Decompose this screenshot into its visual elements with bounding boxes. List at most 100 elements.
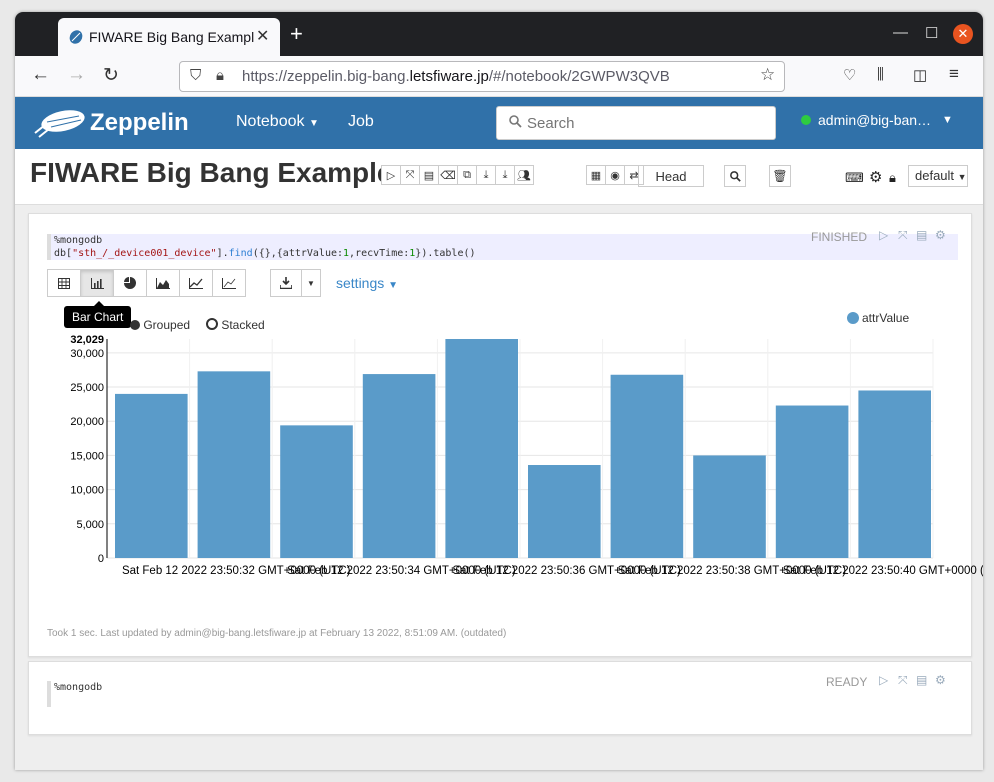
commit-icon[interactable]: ◉ (605, 165, 625, 185)
notebook-title[interactable]: FIWARE Big Bang Example (30, 157, 393, 189)
paragraph-footer: Took 1 sec. Last updated by admin@big-ba… (47, 628, 507, 639)
trash-icon[interactable]: 🗑︎ (769, 165, 791, 187)
bar (775, 405, 849, 558)
notebook-menu[interactable]: Notebook ▼ (236, 113, 319, 131)
zeppelin-logo-icon[interactable] (33, 107, 87, 139)
head-button[interactable]: Head (638, 165, 704, 187)
minimize-icon[interactable]: — (893, 24, 908, 41)
download-icon[interactable] (270, 269, 302, 297)
y-max-label: 32,029 (70, 334, 104, 346)
library-icon[interactable]: ⫼ (877, 66, 884, 83)
run-paragraph-icon[interactable]: ▷ (879, 228, 888, 242)
paragraph-settings-icon[interactable]: ⚙ (935, 228, 946, 242)
gear-icon[interactable]: ⚙ (869, 168, 882, 186)
download-caret-icon[interactable]: ▼ (301, 269, 321, 297)
tab-title: FIWARE Big Bang Example (89, 29, 254, 45)
bookmark-star-icon[interactable]: ☆ (760, 65, 775, 85)
search-code-icon[interactable] (724, 165, 746, 187)
bar-chart-icon[interactable] (80, 269, 114, 297)
clone-icon[interactable]: ⧉ (457, 165, 477, 185)
run-all-icon[interactable]: ▷ (381, 165, 401, 185)
reload-icon[interactable]: ↻ (103, 64, 119, 87)
y-tick-label: 5,000 (76, 519, 104, 531)
export-all-icon[interactable]: ⤓ (495, 165, 515, 185)
area-chart-icon[interactable] (146, 269, 180, 297)
close-tab-icon[interactable]: ✕ (256, 26, 269, 46)
export-icon[interactable]: ⤓ (476, 165, 496, 185)
line-chart-icon[interactable] (179, 269, 213, 297)
hide-output-icon[interactable]: ▤ (916, 673, 927, 687)
pocket-icon[interactable]: ♡ (843, 66, 856, 84)
settings-toggle[interactable]: settings ▼ (336, 275, 398, 291)
hide-code-icon[interactable]: ⤧ (400, 165, 420, 185)
online-status-icon (801, 115, 811, 125)
new-tab-icon[interactable]: + (290, 21, 303, 47)
hide-editor-icon[interactable]: ⤧ (898, 228, 908, 243)
y-tick-label: 15,000 (70, 450, 104, 462)
maximize-icon[interactable]: ☐ (925, 24, 938, 42)
bar (858, 390, 931, 558)
user-menu[interactable]: admin@big-ban… (801, 112, 931, 128)
bar-chart-tooltip: Bar Chart (64, 301, 132, 328)
browser-navbar: ← → ↻ ⛉ 🔒︎ https://zeppelin.big-bang.let… (15, 56, 983, 97)
url-bar[interactable]: ⛉ 🔒︎ https://zeppelin.big-bang.letsfiwar… (179, 61, 785, 92)
paragraph-status: FINISHED (811, 230, 868, 244)
forward-icon[interactable]: → (67, 64, 86, 86)
y-tick-label: 30,000 (70, 348, 104, 360)
lock-icon[interactable]: 🔒︎ (216, 67, 224, 84)
bar (115, 393, 188, 558)
download-group: ▼ (270, 269, 321, 297)
bar-chart: 0 5,000 10,000 15,000 20,000 25,000 30,000 32,0… (70, 311, 983, 577)
code-editor[interactable]: %mongodb (47, 681, 958, 707)
hide-editor-icon[interactable]: ⤧ (898, 673, 908, 688)
notebook-titlebar: FIWARE Big Bang Example ▷ ⤧ ▤ ⌫ ⧉ ⤓ ⤓ 👥︎… (15, 149, 983, 205)
collaborators-icon[interactable]: 👥︎ (514, 165, 534, 185)
interpreter-select[interactable]: default ▼ (908, 165, 968, 187)
hide-output-icon[interactable]: ▤ (419, 165, 439, 185)
zeppelin-brand[interactable]: Zeppelin (90, 109, 189, 137)
bar (445, 339, 518, 558)
y-tick-label: 0 (98, 553, 104, 565)
hide-output-icon[interactable]: ▤ (916, 228, 927, 242)
search-input[interactable] (525, 112, 769, 134)
bar (610, 374, 684, 558)
run-paragraph-icon[interactable]: ▷ (879, 673, 888, 687)
keyboard-icon[interactable]: ⌨ (845, 170, 864, 186)
paragraph-settings-icon[interactable]: ⚙ (935, 673, 946, 687)
search-icon (509, 115, 522, 128)
browser-window: FIWARE Big Bang Example ✕ + — ☐ ✕ ← → ↻ … (15, 12, 983, 770)
paragraph-finished: %mongodb db["sth_/_device001_device"].fi… (28, 213, 983, 657)
window-close-icon[interactable]: ✕ (953, 24, 973, 44)
shield-icon[interactable]: ⛉ (190, 67, 201, 84)
x-tick-label: Sat Feb 12 2022 23:50:40 GMT+0000 (UTC) (783, 565, 983, 577)
browser-tab[interactable]: FIWARE Big Bang Example ✕ (58, 18, 280, 56)
pie-chart-icon[interactable] (113, 269, 147, 297)
lock-icon[interactable]: 🔒︎ (889, 170, 896, 186)
bar (197, 371, 271, 558)
job-link[interactable]: Job (348, 113, 374, 131)
user-caret-icon[interactable]: ▼ (942, 114, 953, 126)
sidebar-icon[interactable]: ◫ (913, 66, 927, 84)
y-tick-label: 10,000 (70, 485, 104, 497)
clear-output-icon[interactable]: ⌫ (438, 165, 458, 185)
tab-bar: FIWARE Big Bang Example ✕ + — ☐ ✕ (15, 12, 983, 56)
visualization-toolbar (47, 269, 246, 297)
back-icon[interactable]: ← (31, 64, 50, 86)
url-text[interactable]: https://zeppelin.big-bang.letsfiware.jp/… (242, 68, 670, 85)
table-icon[interactable] (47, 269, 81, 297)
scatter-chart-icon[interactable] (212, 269, 246, 297)
zeppelin-favicon-icon (69, 30, 83, 44)
legend-label: attrValue (862, 311, 909, 325)
notebook-actions: ▷ ⤧ ▤ ⌫ ⧉ ⤓ ⤓ 👥︎ (381, 165, 534, 185)
version-icon[interactable]: ▦ (586, 165, 606, 185)
search-box[interactable] (496, 106, 776, 140)
bar (362, 374, 436, 558)
menu-icon[interactable]: ≡ (949, 64, 959, 84)
version-actions: ▦ ◉ ⇄ (586, 165, 644, 185)
y-tick-label: 25,000 (70, 382, 104, 394)
bar (280, 425, 353, 558)
paragraph-status: READY (826, 675, 868, 689)
bar (693, 455, 766, 558)
legend-swatch (847, 312, 859, 324)
paragraph-ready: %mongodb READY ▷ ⤧ ▤ ⚙ (28, 661, 972, 735)
